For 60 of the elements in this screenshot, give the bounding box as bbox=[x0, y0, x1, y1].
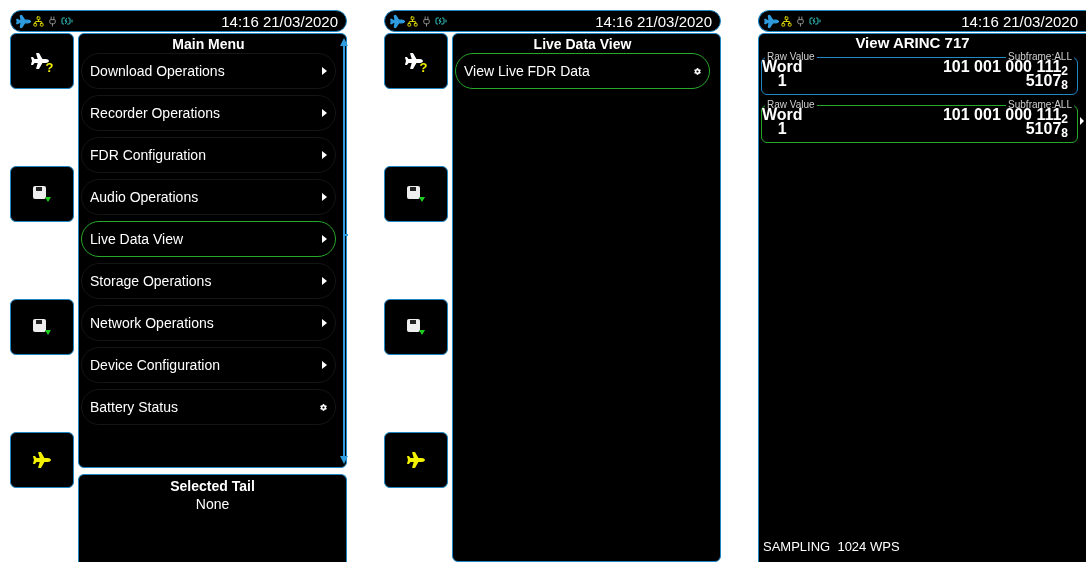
side-button[interactable] bbox=[384, 166, 448, 222]
arrow-right-icon bbox=[322, 319, 327, 327]
save-icon bbox=[406, 185, 426, 203]
menu-item[interactable]: Storage Operations bbox=[81, 263, 336, 299]
octal-value: 5107$_{8}$ bbox=[1025, 122, 1068, 136]
menu-item[interactable]: Download Operations bbox=[81, 53, 336, 89]
side-button[interactable] bbox=[10, 299, 74, 355]
network-icon bbox=[407, 15, 418, 27]
plug-icon bbox=[795, 15, 806, 27]
question-mark-text: ? bbox=[45, 61, 54, 74]
save-icon bbox=[32, 185, 52, 203]
menu-item[interactable]: Battery Status bbox=[81, 389, 336, 425]
clock-text: 14:16 21/03/2020 bbox=[961, 13, 1078, 29]
arrow-right-icon bbox=[322, 277, 327, 285]
arrow-right-icon bbox=[322, 67, 327, 75]
plug-icon bbox=[47, 15, 58, 27]
side-button[interactable] bbox=[384, 432, 448, 488]
side-button[interactable] bbox=[10, 166, 74, 222]
arrow-right-icon bbox=[322, 109, 327, 117]
menu-item[interactable]: Live Data View bbox=[81, 221, 336, 257]
battery-icon bbox=[809, 15, 821, 27]
panel-title: View ARINC 717 bbox=[854, 34, 971, 52]
side-button[interactable]: ? bbox=[384, 33, 448, 89]
word-index: 1 bbox=[777, 74, 787, 88]
side-button[interactable]: ? bbox=[10, 33, 74, 89]
save-icon bbox=[406, 318, 426, 336]
sampling-status: SAMPLING 1024 WPS bbox=[762, 537, 901, 556]
menu-item[interactable]: Network Operations bbox=[81, 305, 336, 341]
arrow-right-icon bbox=[322, 235, 327, 243]
plug-icon bbox=[421, 15, 432, 27]
arrow-right-icon bbox=[1080, 116, 1084, 125]
side-button[interactable] bbox=[384, 299, 448, 355]
arrow-right-icon bbox=[322, 361, 327, 369]
arrow-right-icon bbox=[322, 193, 327, 201]
network-icon bbox=[33, 15, 44, 27]
save-icon bbox=[32, 318, 52, 336]
menu-item[interactable]: Audio Operations bbox=[81, 179, 336, 215]
gear-icon bbox=[320, 403, 327, 411]
menu-title: Main Menu bbox=[171, 35, 246, 53]
menu-item[interactable]: View Live FDR Data bbox=[455, 53, 710, 89]
battery-icon bbox=[435, 15, 447, 27]
battery-icon bbox=[61, 15, 73, 27]
airplane-icon bbox=[33, 451, 51, 469]
tail-title: Selected Tail bbox=[170, 477, 255, 495]
menu-item[interactable]: Recorder Operations bbox=[81, 95, 336, 131]
network-icon bbox=[781, 15, 792, 27]
scrollbar[interactable] bbox=[340, 38, 348, 464]
menu-item[interactable]: FDR Configuration bbox=[81, 137, 336, 173]
word-index: 1 bbox=[777, 122, 787, 136]
clock-text: 14:16 21/03/2020 bbox=[221, 13, 338, 29]
clock-text: 14:16 21/03/2020 bbox=[595, 13, 712, 29]
menu-item[interactable]: Device Configuration bbox=[81, 347, 336, 383]
airplane-icon bbox=[407, 451, 425, 469]
menu-title: Live Data View bbox=[532, 35, 633, 53]
arrow-right-icon bbox=[322, 151, 327, 159]
question-mark-text: ? bbox=[419, 61, 428, 74]
side-button[interactable] bbox=[10, 432, 74, 488]
octal-value: 5107$_{8}$ bbox=[1025, 74, 1068, 88]
tail-value: None bbox=[195, 495, 230, 513]
gear-icon bbox=[694, 67, 701, 75]
